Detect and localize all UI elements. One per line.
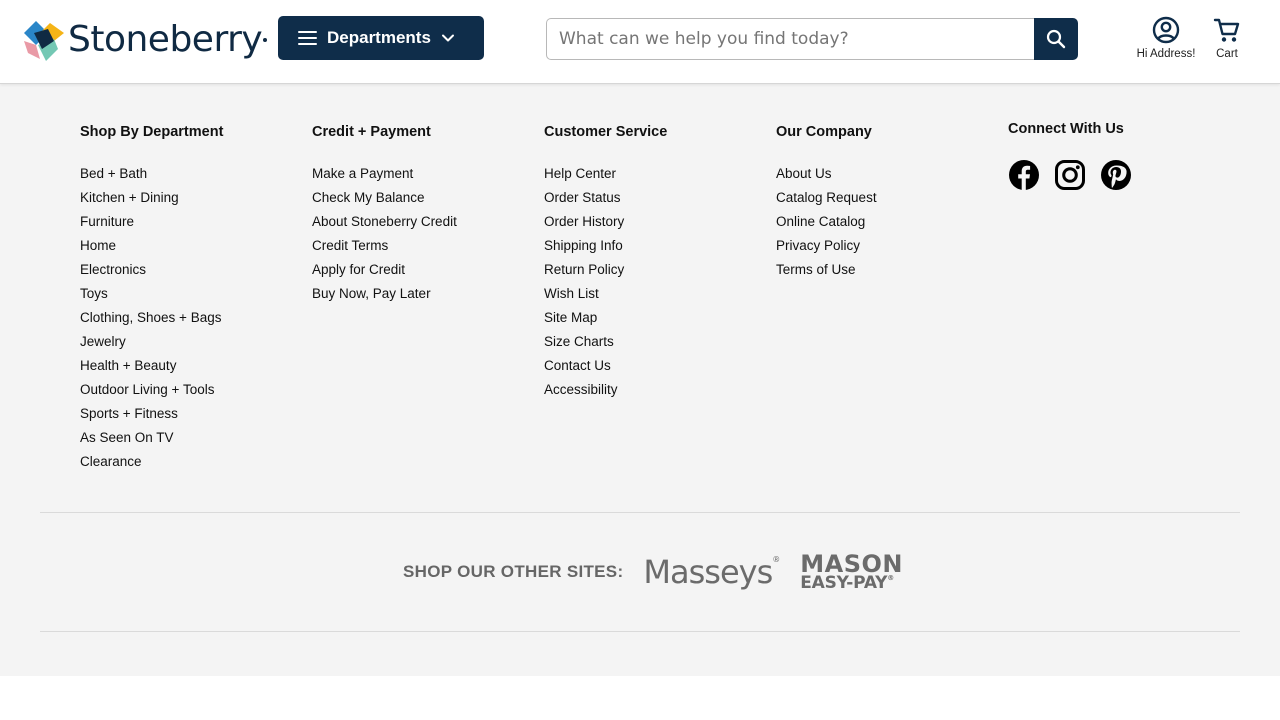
footer-link[interactable]: Credit Terms [312,234,457,258]
footer-link[interactable]: Sports + Fitness [80,402,223,426]
footer-link[interactable]: Help Center [544,162,667,186]
footer-link[interactable]: Make a Payment [312,162,457,186]
footer-link[interactable]: Electronics [80,258,223,282]
footer-link[interactable]: Catalog Request [776,186,877,210]
search-icon [1046,29,1066,49]
link-list: Help Center Order Status Order History S… [544,162,667,402]
facebook-icon[interactable] [1008,159,1040,191]
trademark-mark: ® [887,574,895,583]
site-footer: Shop By Department Bed + Bath Kitchen + … [0,84,1280,676]
footer-link[interactable]: Outdoor Living + Tools [80,378,223,402]
footer-link[interactable]: Privacy Policy [776,234,877,258]
search-bar [546,18,1078,60]
mason-text: MASON [800,549,903,578]
footer-link[interactable]: Clearance [80,450,223,474]
footer-link[interactable]: Accessibility [544,378,667,402]
column-title: Our Company [776,124,872,140]
footer-link[interactable]: Shipping Info [544,234,667,258]
account-link[interactable]: Hi Address! [1130,16,1202,60]
footer-divider [40,512,1240,513]
footer-link[interactable]: Home [80,234,223,258]
masseys-logo[interactable]: Masseys® [643,553,781,591]
column-title: Connect With Us [1008,121,1124,137]
social-links [1008,159,1132,191]
footer-link[interactable]: Wish List [544,282,667,306]
other-sites-title: SHOP OUR OTHER SITES: [403,562,624,581]
footer-link[interactable]: About Us [776,162,877,186]
footer-link[interactable]: Check My Balance [312,186,457,210]
footer-link[interactable]: Buy Now, Pay Later [312,282,457,306]
mason-easy-pay-logo[interactable]: MASON EASY-PAY® [800,549,903,594]
footer-link[interactable]: Online Catalog [776,210,877,234]
footer-link[interactable]: Order History [544,210,667,234]
site-header: Stoneberry Departments Hi Address! Cart [0,0,1280,84]
link-list: About Us Catalog Request Online Catalog … [776,162,877,282]
logo-text: Stoneberry [68,19,263,60]
footer-link[interactable]: As Seen On TV [80,426,223,450]
column-title: Credit + Payment [312,124,431,140]
footer-link[interactable]: Jewelry [80,330,223,354]
footer-link[interactable]: Toys [80,282,223,306]
link-list: Bed + Bath Kitchen + Dining Furniture Ho… [80,162,223,474]
footer-link[interactable]: Return Policy [544,258,667,282]
pinterest-icon[interactable] [1100,159,1132,191]
logo-dot [263,38,268,42]
account-label: Hi Address! [1136,48,1196,60]
account-icon [1152,16,1180,44]
footer-link[interactable]: Terms of Use [776,258,877,282]
footer-link[interactable]: About Stoneberry Credit [312,210,457,234]
search-input[interactable] [546,18,1036,60]
cart-label: Cart [1216,48,1238,60]
column-title: Shop By Department [80,124,224,140]
easy-pay-text: EASY-PAY [800,573,888,594]
footer-link[interactable]: Site Map [544,306,667,330]
menu-icon [298,31,317,45]
footer-link[interactable]: Health + Beauty [80,354,223,378]
footer-link[interactable]: Apply for Credit [312,258,457,282]
instagram-icon[interactable] [1054,159,1086,191]
column-title: Customer Service [544,124,668,140]
masseys-text: Masseys [643,553,773,591]
footer-column-connect: Connect With Us [1008,119,1132,191]
footer-link[interactable]: Furniture [80,210,223,234]
footer-link[interactable]: Kitchen + Dining [80,186,223,210]
footer-link[interactable]: Bed + Bath [80,162,223,186]
cart-link[interactable]: Cart [1206,16,1248,60]
trademark-mark: ® [772,555,781,564]
footer-link[interactable]: Clothing, Shoes + Bags [80,306,223,330]
footer-column-customer-service: Customer Service Help Center Order Statu… [544,122,667,402]
logo-mark-icon [24,21,64,61]
footer-link[interactable]: Order Status [544,186,667,210]
link-list: Make a Payment Check My Balance About St… [312,162,457,306]
search-button[interactable] [1034,18,1078,60]
footer-link[interactable]: Contact Us [544,354,667,378]
chevron-down-icon [441,34,454,42]
footer-divider [40,631,1240,632]
departments-label: Departments [327,28,431,47]
footer-link[interactable]: Size Charts [544,330,667,354]
cart-icon [1213,18,1240,42]
footer-column-our-company: Our Company About Us Catalog Request Onl… [776,122,877,282]
other-sites: SHOP OUR OTHER SITES: Masseys® MASON EAS… [403,548,903,596]
footer-column-credit-payment: Credit + Payment Make a Payment Check My… [312,122,457,306]
stoneberry-logo[interactable]: Stoneberry [24,18,268,62]
departments-button[interactable]: Departments [278,16,484,60]
footer-column-shop-by-department: Shop By Department Bed + Bath Kitchen + … [80,122,223,474]
